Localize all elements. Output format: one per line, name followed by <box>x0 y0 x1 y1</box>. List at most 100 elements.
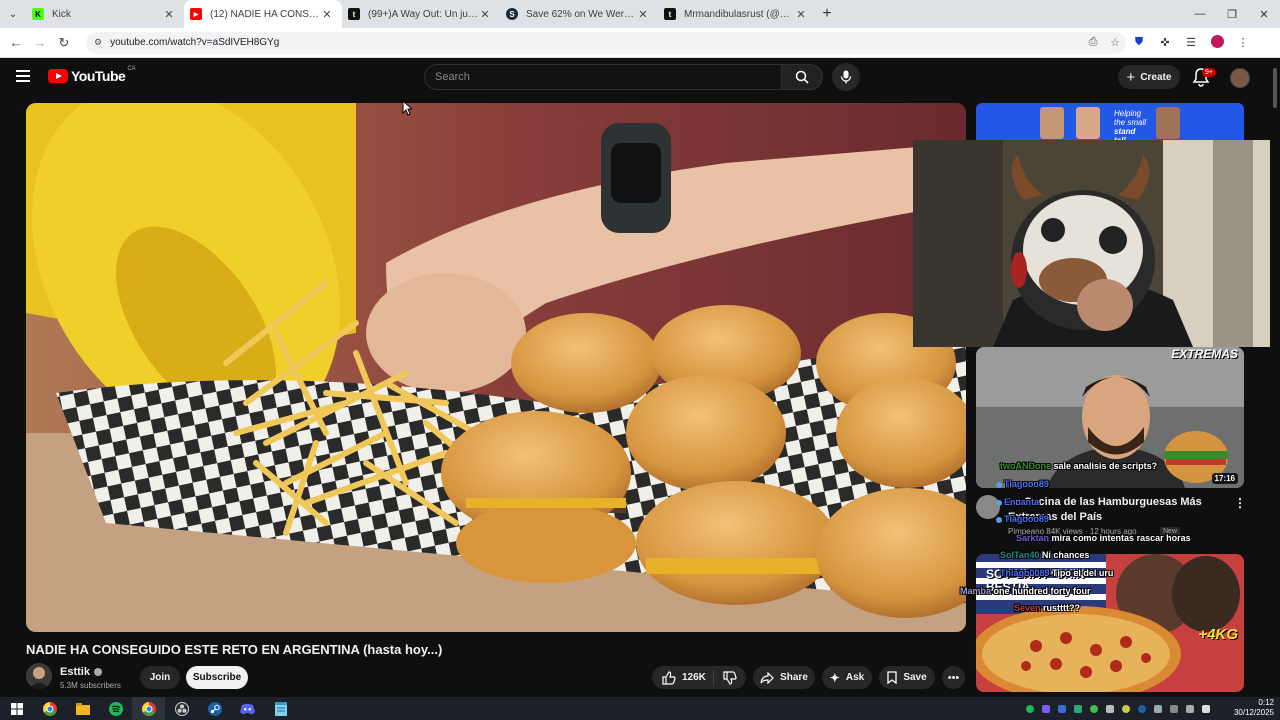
reload-icon[interactable]: ↻ <box>52 35 76 51</box>
steam-favicon-icon: S <box>506 8 518 20</box>
forward-icon[interactable]: → <box>28 35 52 50</box>
chrome-taskbar-icon[interactable] <box>33 697 66 720</box>
file-explorer-icon[interactable] <box>66 697 99 720</box>
search-button[interactable] <box>781 64 823 90</box>
close-tab-icon[interactable]: ✕ <box>636 8 650 21</box>
restore-icon[interactable]: ❐ <box>1216 0 1248 28</box>
video-title: NADIE HA CONSEGUIDO ESTE RETO EN ARGENTI… <box>26 642 443 657</box>
spotify-taskbar-icon[interactable] <box>99 697 132 720</box>
video-options-kebab-icon[interactable]: ⋮ <box>1234 496 1246 510</box>
channel-avatar[interactable] <box>26 663 52 689</box>
join-button[interactable]: Join <box>140 666 180 689</box>
share-arrow-icon <box>760 671 774 684</box>
ad-line: Helping <box>1114 109 1142 118</box>
steam-tray-icon[interactable] <box>1134 697 1150 720</box>
close-tab-icon[interactable]: ✕ <box>320 8 334 21</box>
close-window-icon[interactable]: ✕ <box>1248 0 1280 28</box>
windows-start-icon[interactable] <box>0 697 33 720</box>
like-button[interactable]: 126K <box>652 670 714 685</box>
browser-tab-kick[interactable]: K Kick ✕ <box>26 0 184 28</box>
shield-extension-icon[interactable]: ⛊ <box>1126 36 1152 49</box>
back-icon[interactable]: ← <box>4 35 28 50</box>
chat-text: mira como intentas rascar horas <box>1051 533 1191 543</box>
bluetooth-tray-icon[interactable] <box>1102 697 1118 720</box>
chat-text: Ni chances <box>1041 550 1090 560</box>
share-button[interactable]: Share <box>753 666 815 689</box>
site-info-icon[interactable]: ⚙ <box>94 37 102 48</box>
app-tray-icon[interactable] <box>1054 697 1070 720</box>
tab-search-chevron-icon[interactable]: ⌄ <box>0 0 26 28</box>
ad-face-image <box>1076 107 1100 139</box>
app-tray-icon[interactable] <box>1086 697 1102 720</box>
browser-tab-youtube[interactable]: ▶ (12) NADIE HA CONSEGUIDO E ✕ <box>184 0 342 28</box>
url-text[interactable]: youtube.com/watch?v=aSdIVEH8GYg <box>110 37 1082 48</box>
video-frame-burgers-and-fries <box>26 103 966 632</box>
profile-avatar-icon[interactable] <box>1204 34 1230 51</box>
ask-button[interactable]: ✦ Ask <box>822 666 872 689</box>
tab-title: Kick <box>52 8 71 20</box>
minimize-icon[interactable]: — <box>1184 0 1216 28</box>
install-app-icon[interactable]: ⎙ <box>1082 36 1104 49</box>
account-avatar[interactable] <box>1230 68 1250 88</box>
app-tray-icon[interactable] <box>1118 697 1134 720</box>
new-tab-icon[interactable]: + <box>816 5 838 23</box>
tab-search-icon[interactable]: ☰ <box>1178 36 1204 49</box>
video-player[interactable] <box>26 103 966 632</box>
create-button[interactable]: + Create <box>1118 65 1180 89</box>
app-tray-icon[interactable] <box>1150 697 1166 720</box>
app-tray-icon[interactable] <box>1070 697 1086 720</box>
voice-search-button[interactable] <box>832 63 860 91</box>
omnibox[interactable]: ⚙ youtube.com/watch?v=aSdIVEH8GYg ⎙ ☆ <box>86 31 1126 54</box>
webcam-streamer-bull-mask-image <box>913 140 1280 347</box>
clock-time: 0:12 <box>1258 698 1274 707</box>
discord-logo-icon <box>240 703 255 714</box>
subscribe-button[interactable]: Subscribe <box>186 666 248 689</box>
system-clock[interactable]: 0:12 30/12/2025 <box>1232 698 1274 718</box>
search-icon <box>795 70 809 84</box>
chat-message: Tiagooo89 <box>996 479 1049 489</box>
youtube-logo[interactable]: YouTube CA <box>48 66 136 84</box>
chat-username: Thiago0089 <box>1000 568 1050 578</box>
kick-favicon-icon: K <box>32 8 44 20</box>
youtube-wordmark: YouTube <box>71 68 126 84</box>
close-tab-icon[interactable]: ✕ <box>794 8 808 21</box>
scrollbar-thumb[interactable] <box>1273 68 1277 108</box>
search-input[interactable]: Search <box>424 64 782 90</box>
channel-name[interactable]: Esttik <box>60 666 102 678</box>
video-duration: 17:16 <box>1211 473 1238 484</box>
bookmark-star-icon[interactable]: ☆ <box>1104 36 1126 49</box>
dislike-button[interactable] <box>714 670 746 685</box>
save-button[interactable]: Save <box>879 666 935 689</box>
obs-taskbar-icon[interactable] <box>165 697 198 720</box>
hamburger-menu-icon[interactable] <box>16 70 30 82</box>
chrome-menu-icon[interactable]: ⋮ <box>1230 36 1256 49</box>
chat-username: Encanta <box>1004 497 1040 507</box>
network-tray-icon[interactable] <box>1198 697 1214 720</box>
steam-taskbar-icon[interactable] <box>198 697 231 720</box>
chrome-active-taskbar-icon[interactable] <box>132 697 165 720</box>
chat-text: one hundred forty four <box>993 586 1091 596</box>
chat-message: Sarktan mira como intentas rascar horas <box>1016 533 1191 543</box>
chat-text: sale analisis de scripts? <box>1053 461 1158 471</box>
windows-taskbar: 0:12 30/12/2025 <box>0 697 1280 720</box>
more-actions-icon[interactable]: ••• <box>942 666 965 689</box>
ad-line: the small <box>1114 118 1147 127</box>
spotify-tray-icon[interactable] <box>1022 697 1038 720</box>
app-tray-icon[interactable] <box>1166 697 1182 720</box>
notepad-taskbar-icon[interactable] <box>264 697 297 720</box>
browser-tab-a-way-out[interactable]: t (99+)A Way Out: Un juego coop ✕ <box>342 0 500 28</box>
discord-taskbar-icon[interactable] <box>231 697 264 720</box>
browser-tab-mrmandibulas[interactable]: t Mrmandibulasrust (@mrmandib ✕ <box>658 0 816 28</box>
close-tab-icon[interactable]: ✕ <box>162 8 176 21</box>
close-tab-icon[interactable]: ✕ <box>478 8 492 21</box>
app-tray-icon[interactable] <box>1038 697 1054 720</box>
chat-username: twoANDone <box>1000 461 1051 471</box>
page-scrollbar[interactable] <box>1270 58 1280 698</box>
extensions-puzzle-icon[interactable]: ✜ <box>1152 36 1178 49</box>
thumbnail-weight-text: +4KG <box>1198 626 1238 643</box>
sidebar-ad-banner[interactable]: Helping the small stand tall <box>976 103 1244 143</box>
chat-username: Tiagooo89 <box>1004 479 1049 489</box>
app-tray-icon[interactable] <box>1182 697 1198 720</box>
browser-tab-steam[interactable]: S Save 62% on We Were Here Tog ✕ <box>500 0 658 28</box>
bookmark-icon <box>887 671 897 684</box>
